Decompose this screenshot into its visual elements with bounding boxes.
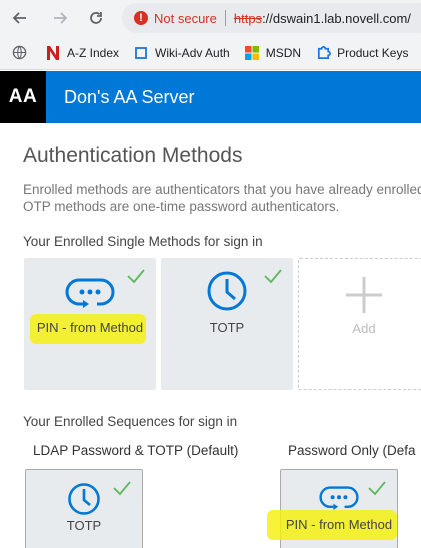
bookmark-az-index[interactable]: A-Z Index bbox=[45, 45, 119, 61]
page-title: Authentication Methods bbox=[23, 144, 243, 167]
description-line: OTP methods are one-time password authen… bbox=[23, 199, 340, 214]
method-label: TOTP bbox=[209, 320, 245, 335]
method-label: PIN - from Method bbox=[285, 517, 393, 532]
omnibox-divider bbox=[224, 10, 226, 26]
not-secure-icon: ! bbox=[134, 11, 148, 25]
bookmark-label: MSDN bbox=[265, 45, 302, 60]
single-methods-heading: Your Enrolled Single Methods for sign in bbox=[23, 234, 263, 249]
method-label: PIN - from Method bbox=[36, 320, 144, 335]
clock-icon bbox=[67, 482, 101, 521]
check-icon bbox=[112, 480, 132, 501]
microsoft-logo-icon bbox=[244, 45, 260, 61]
address-bar[interactable]: ! Not secure https ://dswain1.lab.novell… bbox=[122, 3, 421, 33]
method-tile-totp[interactable]: TOTP bbox=[161, 258, 293, 390]
bookmark-msdn[interactable]: MSDN bbox=[244, 45, 301, 61]
method-tile-pin[interactable]: PIN - from Method bbox=[24, 258, 156, 390]
page-description: Enrolled methods are authenticators that… bbox=[23, 181, 421, 215]
sequences-heading: Your Enrolled Sequences for sign in bbox=[23, 414, 238, 429]
sequence-name: LDAP Password & TOTP (Default) bbox=[33, 443, 239, 458]
puzzle-icon bbox=[315, 45, 331, 61]
bookmark-label: A-Z Index bbox=[67, 45, 120, 60]
globe-bookmark[interactable] bbox=[11, 45, 33, 61]
clock-icon bbox=[206, 270, 248, 317]
forward-icon[interactable] bbox=[48, 6, 72, 30]
aa-logo: AA bbox=[0, 71, 46, 123]
check-icon bbox=[367, 480, 387, 501]
bookmarks-bar: A-Z Index Wiki-Adv Auth MSDN Product Key… bbox=[0, 36, 421, 70]
server-title: Don's AA Server bbox=[64, 86, 195, 107]
add-method-tile[interactable]: Add bbox=[298, 258, 421, 390]
page-icon bbox=[133, 45, 149, 61]
sequence-tile-ldap-totp[interactable]: TOTP bbox=[25, 469, 143, 548]
check-icon bbox=[126, 268, 146, 289]
sequence-tile-password-only[interactable]: PIN - from Method bbox=[267, 469, 398, 548]
url-host: ://dswain1.lab.novell.com/ bbox=[262, 10, 411, 26]
bookmark-label: Wiki-Adv Auth bbox=[155, 45, 230, 60]
bookmark-label: Product Keys bbox=[337, 45, 409, 60]
pin-dots-icon bbox=[65, 276, 115, 315]
reload-icon[interactable] bbox=[84, 6, 108, 30]
sequence-name: Password Only (Defa bbox=[288, 443, 416, 458]
browser-toolbar: ! Not secure https ://dswain1.lab.novell… bbox=[0, 0, 421, 36]
method-label: TOTP bbox=[66, 518, 102, 533]
bookmark-wiki-adv-auth[interactable]: Wiki-Adv Auth bbox=[133, 45, 230, 61]
plus-icon bbox=[344, 275, 384, 320]
url-scheme: https bbox=[233, 10, 263, 26]
bookmark-product-keys[interactable]: Product Keys bbox=[315, 45, 408, 61]
back-icon[interactable] bbox=[8, 6, 32, 30]
add-label: Add bbox=[352, 321, 376, 336]
app-header: AA Don's AA Server bbox=[0, 71, 421, 123]
security-label: Not secure bbox=[154, 10, 217, 26]
globe-icon bbox=[11, 45, 27, 61]
check-icon bbox=[263, 268, 283, 289]
n-logo-icon bbox=[45, 45, 61, 61]
description-line: Enrolled methods are authenticators that… bbox=[23, 182, 421, 197]
